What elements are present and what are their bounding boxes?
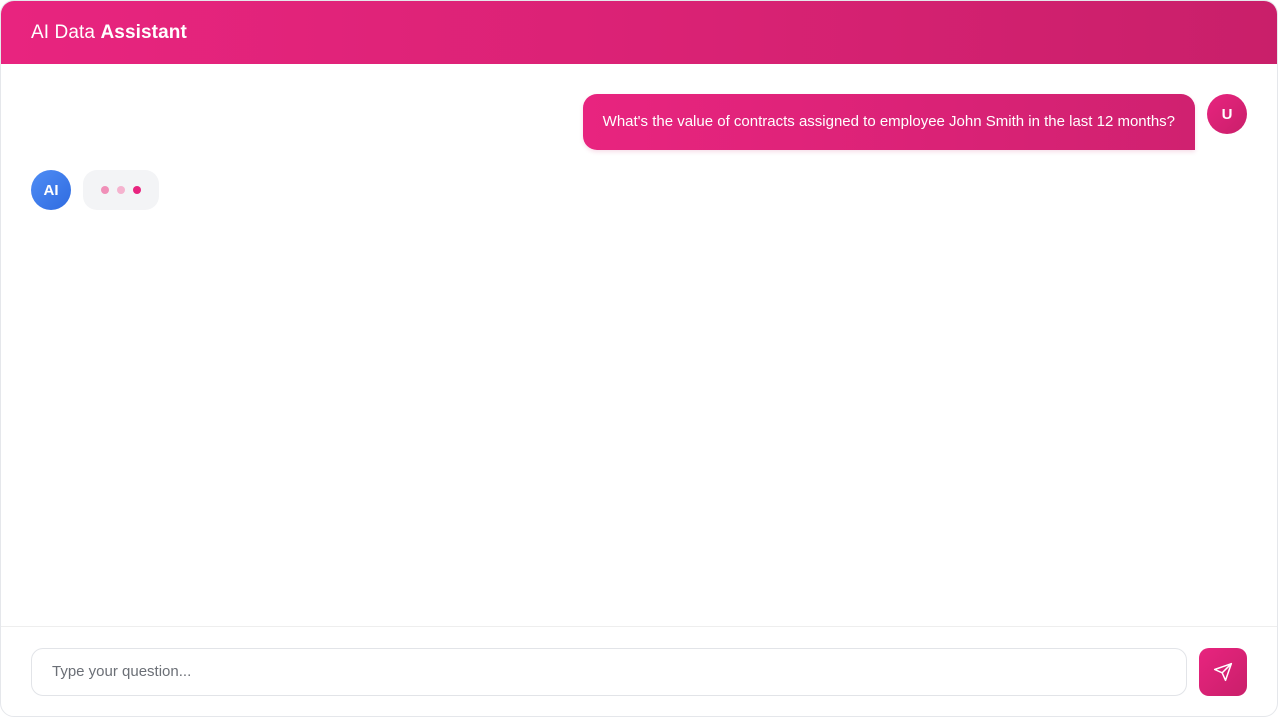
app-title: AI Data Assistant: [31, 22, 187, 44]
message-list[interactable]: What's the value of contracts assigned t…: [1, 64, 1277, 626]
app-title-regular: AI Data: [31, 21, 96, 43]
typing-indicator: [83, 170, 159, 210]
user-avatar: U: [1207, 94, 1247, 134]
user-message-bubble: What's the value of contracts assigned t…: [582, 94, 1195, 150]
app-title-strong: Assistant: [100, 21, 187, 43]
user-message-row: What's the value of contracts assigned t…: [582, 94, 1247, 150]
ai-message-row: AI: [31, 170, 159, 210]
question-input[interactable]: [31, 647, 1187, 696]
composer: [1, 626, 1277, 716]
typing-dot: [117, 186, 125, 194]
typing-dot: [101, 186, 109, 194]
send-button[interactable]: [1199, 647, 1247, 696]
ai-avatar: AI: [31, 170, 71, 210]
typing-dot: [133, 186, 141, 194]
send-icon: [1213, 662, 1233, 682]
app-header: AI Data Assistant: [1, 1, 1277, 64]
chat-app: AI Data Assistant What's the value of co…: [0, 0, 1278, 717]
